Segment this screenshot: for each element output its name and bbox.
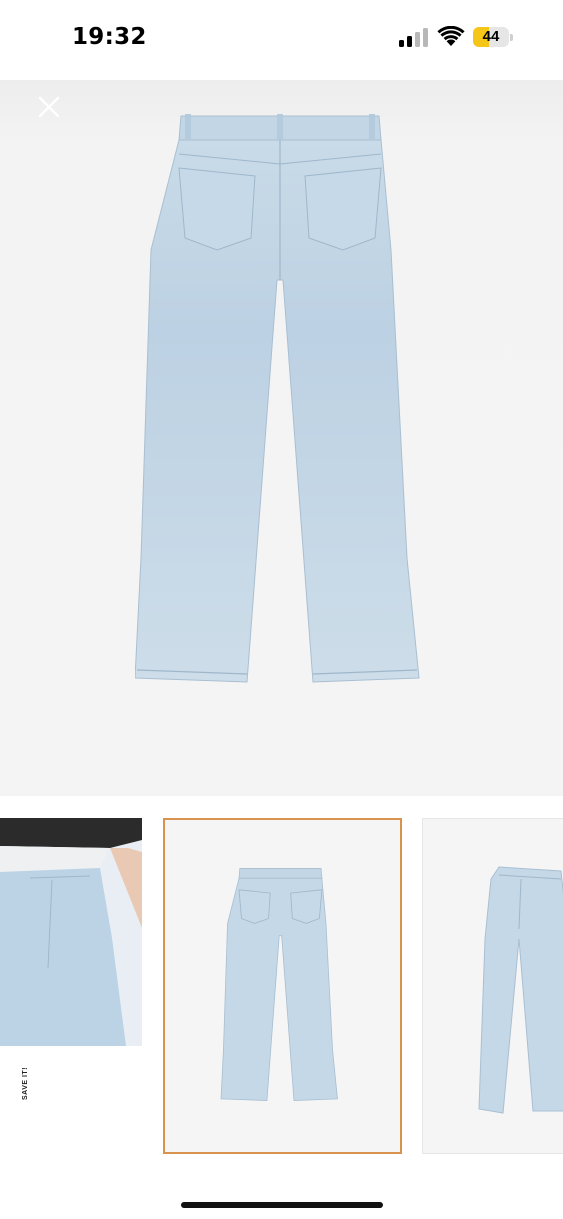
home-indicator[interactable] bbox=[181, 1202, 383, 1208]
model-photo bbox=[0, 818, 142, 1046]
wifi-icon bbox=[437, 26, 465, 46]
thumbnail-model-front[interactable] bbox=[0, 818, 142, 1154]
thumbnail-jeans-back[interactable] bbox=[163, 818, 402, 1154]
status-bar: 19:32 44 bbox=[0, 0, 563, 80]
save-it-label: SAVE IT! bbox=[22, 1066, 29, 1100]
jeans-back-image bbox=[135, 114, 420, 683]
status-time: 19:32 bbox=[72, 24, 147, 50]
battery-tip bbox=[510, 34, 513, 41]
jeans-back-thumbnail-image bbox=[165, 820, 400, 1152]
jeans-front-thumbnail-image bbox=[423, 819, 563, 1153]
battery-icon: 44 bbox=[473, 27, 509, 47]
cellular-signal-icon bbox=[399, 28, 428, 47]
model-image bbox=[0, 818, 142, 1046]
thumbnail-jeans-front[interactable] bbox=[422, 818, 563, 1154]
battery-level: 44 bbox=[482, 28, 500, 45]
close-icon[interactable] bbox=[32, 90, 66, 124]
